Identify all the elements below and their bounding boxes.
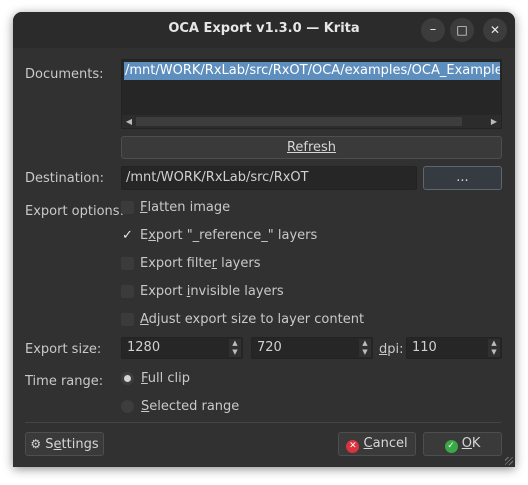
adjust-export-size-label: Adjust export size to layer content	[140, 312, 365, 327]
export-reference-layers-checkbox[interactable]: ✓	[121, 229, 134, 242]
browse-button[interactable]: ...	[423, 166, 502, 190]
scroll-right-icon[interactable]: ▶	[488, 115, 500, 128]
flatten-image-label: Flatten image	[140, 200, 231, 215]
cancel-button-label: Cancel	[363, 436, 408, 451]
scrollbar-thumb[interactable]	[136, 117, 462, 126]
ok-icon: ✓	[444, 440, 458, 453]
refresh-button[interactable]: Refresh	[121, 136, 502, 159]
export-filter-layers-checkbox[interactable]	[121, 257, 134, 270]
export-size-label: Export size:	[25, 342, 102, 357]
export-options-label: Export options:	[25, 204, 124, 219]
document-list-item[interactable]: /mnt/WORK/RxLab/src/RxOT/OCA/examples/OC…	[124, 62, 500, 80]
flatten-image-checkbox[interactable]	[121, 201, 134, 214]
settings-button-label: Settings	[45, 437, 99, 452]
oca-export-dialog: OCA Export v1.3.0 — Krita – □ ✕ Document…	[13, 12, 515, 467]
full-clip-radio[interactable]	[121, 372, 134, 385]
documents-list[interactable]: /mnt/WORK/RxLab/src/RxOT/OCA/examples/OC…	[121, 59, 502, 129]
height-spinbox[interactable]: 720 ▲ ▼	[251, 337, 373, 359]
spin-arrows-icon[interactable]: ▲ ▼	[359, 339, 371, 357]
gear-icon: ⚙	[30, 437, 42, 451]
resize-grip-icon[interactable]	[505, 457, 513, 465]
minimize-button[interactable]: –	[421, 18, 445, 42]
destination-field[interactable]: /mnt/WORK/RxLab/src/RxOT	[121, 166, 417, 190]
export-invisible-layers-checkbox[interactable]	[121, 285, 134, 298]
dpi-value: 110	[412, 340, 437, 355]
adjust-export-size-checkbox[interactable]	[121, 313, 134, 326]
width-value: 1280	[127, 340, 161, 355]
dpi-label: dpi:	[379, 342, 404, 357]
ok-button[interactable]: ✓ OK	[423, 432, 502, 456]
width-spinbox[interactable]: 1280 ▲ ▼	[121, 337, 243, 359]
export-reference-layers-label: Export "_reference_" layers	[140, 228, 318, 243]
footer-divider	[25, 422, 501, 423]
cancel-button[interactable]: ✕ Cancel	[338, 432, 416, 456]
export-filter-layers-label: Export filter layers	[140, 256, 261, 271]
ok-button-label: OK	[461, 436, 481, 451]
selected-range-radio[interactable]	[121, 400, 134, 413]
maximize-button[interactable]: □	[450, 18, 474, 42]
close-button[interactable]: ✕	[483, 18, 507, 42]
documents-label: Documents:	[25, 67, 104, 82]
settings-button[interactable]: ⚙ Settings	[25, 432, 104, 456]
export-invisible-layers-label: Export invisible layers	[140, 284, 284, 299]
spin-arrows-icon[interactable]: ▲ ▼	[488, 339, 500, 357]
scroll-left-icon[interactable]: ◀	[123, 115, 135, 128]
horizontal-scrollbar[interactable]: ◀ ▶	[122, 115, 501, 128]
time-range-label: Time range:	[25, 374, 104, 389]
height-value: 720	[257, 340, 282, 355]
dpi-spinbox[interactable]: 110 ▲ ▼	[406, 337, 502, 359]
cancel-icon: ✕	[346, 440, 360, 453]
refresh-button-label: Refresh	[286, 140, 337, 155]
selected-range-label: Selected range	[141, 399, 240, 414]
title-bar[interactable]: OCA Export v1.3.0 — Krita – □ ✕	[13, 12, 515, 48]
full-clip-label: Full clip	[141, 371, 190, 386]
spin-arrows-icon[interactable]: ▲ ▼	[229, 339, 241, 357]
destination-label: Destination:	[25, 171, 104, 186]
